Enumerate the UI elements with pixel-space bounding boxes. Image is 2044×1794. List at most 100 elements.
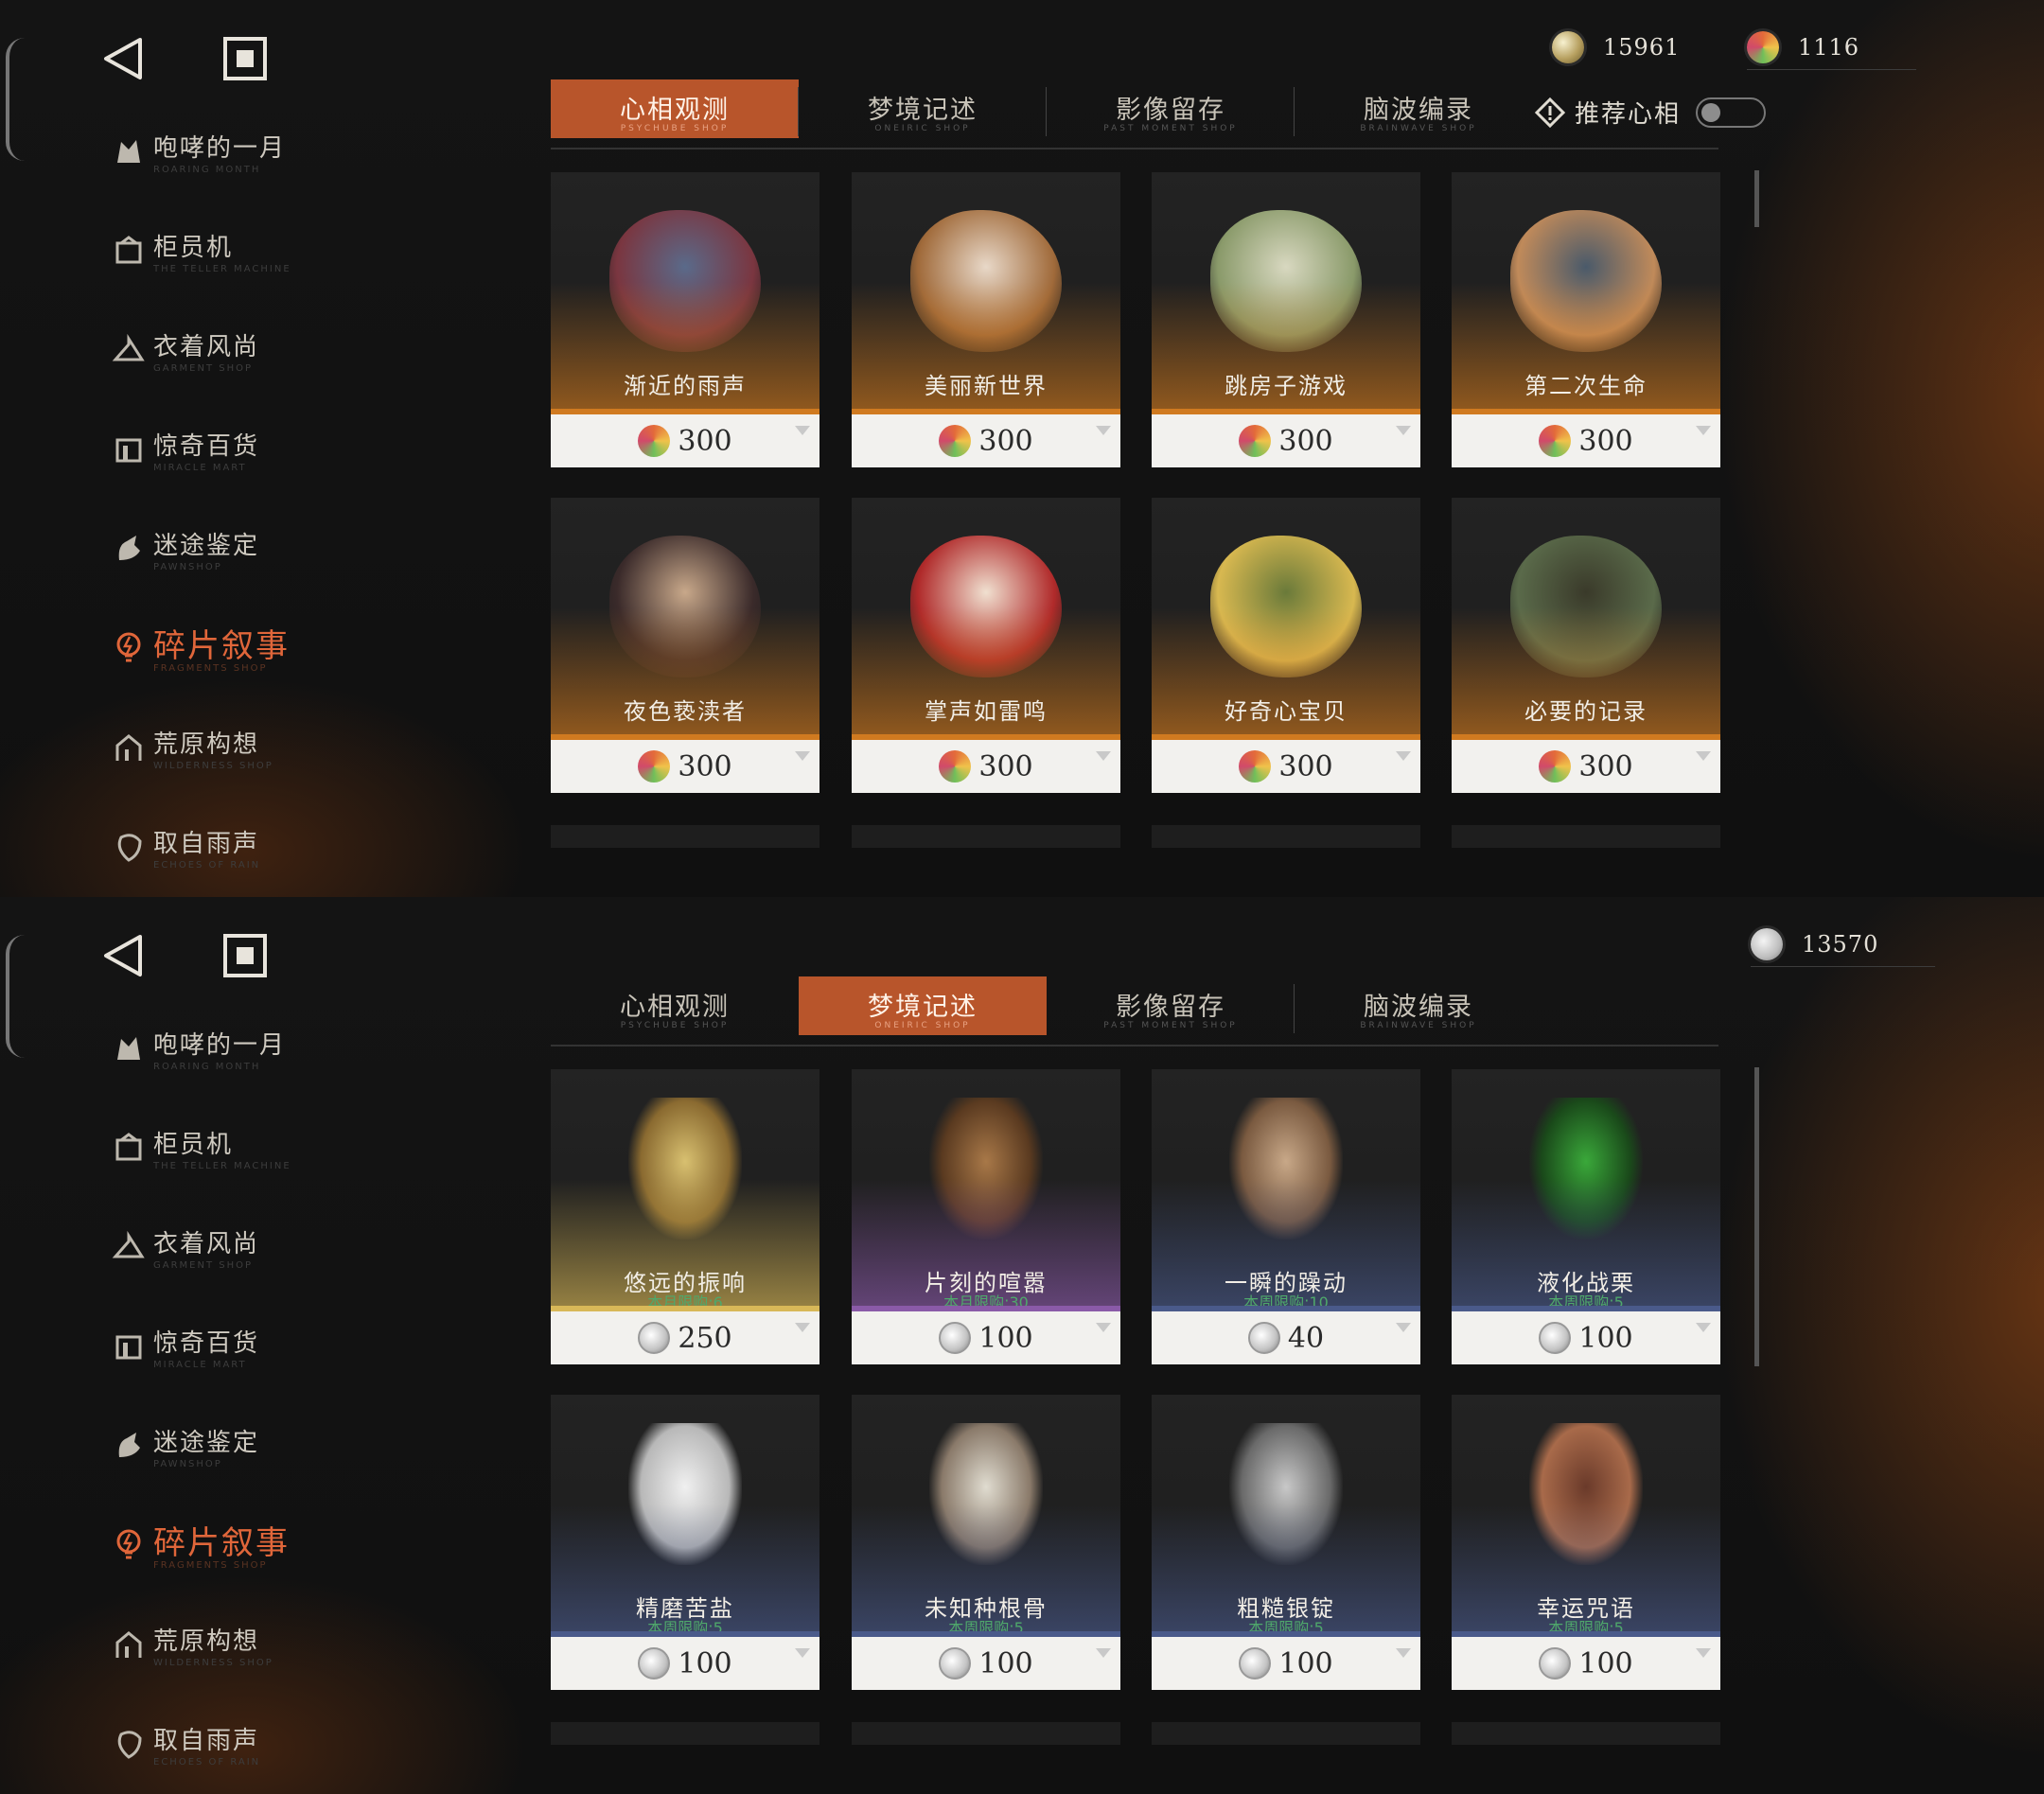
- next-row-card-peek: [852, 825, 1120, 848]
- tab-label: 脑波编录: [1364, 96, 1473, 125]
- price-tag: 300: [852, 740, 1120, 793]
- moon-coin-icon: [939, 1647, 972, 1680]
- price-value: 100: [678, 1646, 732, 1680]
- price-value: 300: [1578, 749, 1633, 783]
- price-value: 100: [1578, 1646, 1633, 1680]
- recommend-toggle-row: 推荐心相: [1535, 95, 1767, 130]
- tab-oneiric[interactable]: 梦境记述 ONEIRIC SHOP: [799, 976, 1047, 1035]
- wolf-icon: [117, 140, 140, 163]
- hanger-icon: [112, 333, 145, 361]
- sidebar-item-7[interactable]: 荒原构想 WILDERNESS SHOP: [104, 1605, 445, 1704]
- corner-triangle-icon: [1096, 751, 1111, 761]
- shop-item-card[interactable]: 第二次生命 300: [1452, 172, 1720, 467]
- sidebar-item-4[interactable]: 惊奇百货 MIRACLE MART: [104, 410, 445, 509]
- sidebar-item-sub: ECHOES OF RAIN: [153, 1757, 261, 1768]
- tab-oneiric[interactable]: 梦境记述 ONEIRIC SHOP: [799, 79, 1047, 138]
- price-tag: 100: [1452, 1637, 1720, 1690]
- tab-brainwave[interactable]: 脑波编录 BRAINWAVE SHOP: [1295, 976, 1542, 1035]
- swirl-icon: [1539, 425, 1572, 457]
- scrollbar[interactable]: [1754, 170, 1759, 227]
- sidebar-item-label: 荒原构想: [153, 730, 260, 759]
- sidebar-item-3[interactable]: 衣着风尚 GARMENT SHOP: [104, 310, 445, 410]
- swirl-icon: [1747, 31, 1779, 63]
- currency-value: 1116: [1798, 34, 1860, 61]
- corner-triangle-icon: [795, 1648, 810, 1658]
- price-value: 300: [1278, 749, 1333, 783]
- edge-bracket: [6, 935, 26, 1058]
- shop-item-card[interactable]: 夜色亵渎者 300: [551, 498, 819, 793]
- sidebar-item-5[interactable]: 迷途鉴定 PAWNSHOP: [104, 1406, 445, 1505]
- item-name: 渐近的雨声: [624, 373, 747, 399]
- price-value: 250: [678, 1321, 732, 1355]
- price-tag: 300: [551, 414, 819, 467]
- shop-item-card[interactable]: 幸运咒语 本周限购:5 100: [1452, 1395, 1720, 1690]
- tab-psychube[interactable]: 心相观测 PSYCHUBE SHOP: [551, 79, 799, 138]
- scrollbar[interactable]: [1754, 1067, 1759, 1366]
- item-name: 美丽新世界: [925, 373, 1048, 399]
- sidebar-item-label: 咆哮的一月: [153, 1031, 287, 1060]
- shop-item-card[interactable]: 美丽新世界 300: [852, 172, 1120, 467]
- swirl-icon: [1239, 425, 1272, 457]
- price-tag: 300: [1452, 414, 1720, 467]
- corner-triangle-icon: [1396, 426, 1411, 435]
- tab-past-moment[interactable]: 影像留存 PAST MOMENT SHOP: [1047, 79, 1295, 138]
- wolf-icon: [117, 1037, 140, 1060]
- sidebar-item-1[interactable]: 咆哮的一月 ROARING MONTH: [104, 1009, 445, 1108]
- sidebar-item-2[interactable]: 柜员机 THE TELLER MACHINE: [104, 211, 445, 310]
- sidebar-item-sub: GARMENT SHOP: [153, 1260, 254, 1271]
- item-name: 第二次生命: [1524, 373, 1648, 399]
- shop-item-card[interactable]: 悠远的振响 本月限购:6 250: [551, 1069, 819, 1364]
- tab-past-moment[interactable]: 影像留存 PAST MOMENT SHOP: [1047, 976, 1295, 1035]
- sidebar-item-sub: ECHOES OF RAIN: [153, 860, 261, 871]
- sidebar-item-4[interactable]: 惊奇百货 MIRACLE MART: [104, 1307, 445, 1406]
- shop-item-card[interactable]: 精磨苦盐 本周限购:5 100: [551, 1395, 819, 1690]
- tab-brainwave[interactable]: 脑波编录 BRAINWAVE SHOP: [1295, 79, 1542, 138]
- back-icon[interactable]: [102, 36, 144, 81]
- sidebar-item-sub: MIRACLE MART: [153, 463, 247, 473]
- shop-item-card[interactable]: 未知种根骨 本周限购:5 100: [852, 1395, 1120, 1690]
- home-icon[interactable]: [222, 933, 268, 978]
- swirl-icon: [1239, 750, 1272, 783]
- corner-triangle-icon: [1096, 1323, 1111, 1332]
- price-value: 300: [978, 749, 1033, 783]
- home-icon[interactable]: [222, 36, 268, 81]
- sidebar-item-8[interactable]: 取自雨声 ECHOES OF RAIN: [104, 1704, 445, 1794]
- next-row-card-peek: [1452, 1722, 1720, 1745]
- shop-item-card[interactable]: 必要的记录 300: [1452, 498, 1720, 793]
- currency-value: 15961: [1603, 34, 1681, 61]
- tabs-underline: [551, 148, 1718, 150]
- shop-item-card[interactable]: 好奇心宝贝 300: [1152, 498, 1420, 793]
- shop-item-card[interactable]: 液化战栗 本周限购:5 100: [1452, 1069, 1720, 1364]
- sidebar-item-2[interactable]: 柜员机 THE TELLER MACHINE: [104, 1108, 445, 1207]
- shop-item-card[interactable]: 跳房子游戏 300: [1152, 172, 1420, 467]
- shop-item-card[interactable]: 粗糙银锭 本周限购:5 100: [1152, 1395, 1420, 1690]
- sidebar: 咆哮的一月 ROARING MONTH 柜员机 THE TELLER MACHINE 衣…: [104, 1009, 445, 1794]
- sidebar-item-7[interactable]: 荒原构想 WILDERNESS SHOP: [104, 708, 445, 807]
- back-icon[interactable]: [102, 933, 144, 978]
- shop-item-card[interactable]: 掌声如雷鸣 300: [852, 498, 1120, 793]
- sidebar-item-6[interactable]: 碎片叙事 FRAGMENTS SHOP: [104, 1505, 445, 1605]
- tab-psychube[interactable]: 心相观测 PSYCHUBE SHOP: [551, 976, 799, 1035]
- sidebar-item-8[interactable]: 取自雨声 ECHOES OF RAIN: [104, 807, 445, 897]
- shop-item-card[interactable]: 一瞬的躁动 本周限购:10 40: [1152, 1069, 1420, 1364]
- sidebar-item-3[interactable]: 衣着风尚 GARMENT SHOP: [104, 1207, 445, 1307]
- tab-label: 心相观测: [620, 993, 730, 1022]
- corner-triangle-icon: [795, 426, 810, 435]
- price-tag: 100: [1452, 1311, 1720, 1364]
- recommend-toggle[interactable]: [1696, 97, 1767, 128]
- sidebar-item-6[interactable]: 碎片叙事 FRAGMENTS SHOP: [104, 608, 445, 708]
- corner-triangle-icon: [1696, 751, 1711, 761]
- shop-item-card[interactable]: 片刻的喧嚣 本月限购:30 100: [852, 1069, 1120, 1364]
- moon-coin-icon: [1751, 928, 1783, 960]
- price-value: 300: [1578, 424, 1633, 458]
- shop-item-card[interactable]: 渐近的雨声 300: [551, 172, 819, 467]
- price-tag: 300: [1152, 740, 1420, 793]
- price-value: 100: [1278, 1646, 1333, 1680]
- recommend-label: 推荐心相: [1575, 100, 1682, 129]
- sidebar-item-sub: MIRACLE MART: [153, 1360, 247, 1370]
- sidebar-item-label: 衣着风尚: [153, 333, 260, 361]
- price-value: 300: [678, 424, 732, 458]
- sidebar-item-1[interactable]: 咆哮的一月 ROARING MONTH: [104, 112, 445, 211]
- moon-coin-icon: [1239, 1647, 1272, 1680]
- sidebar-item-5[interactable]: 迷途鉴定 PAWNSHOP: [104, 509, 445, 608]
